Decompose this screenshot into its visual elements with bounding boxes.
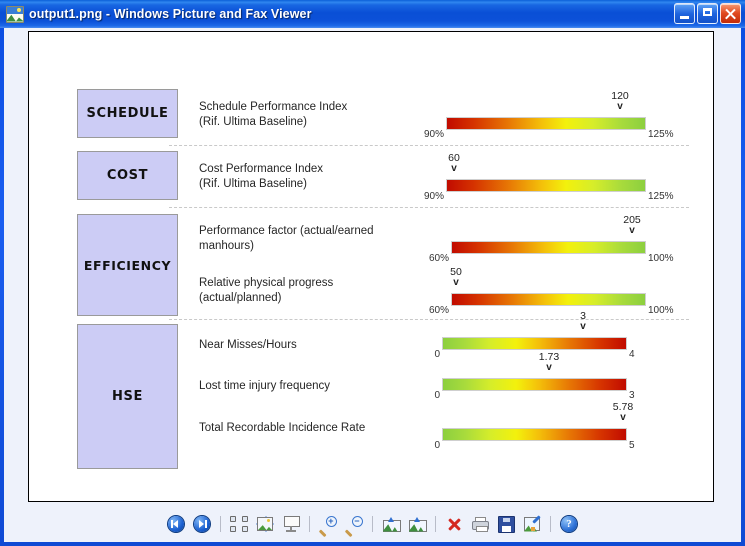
gauge-min-label: 90% (424, 129, 446, 140)
row-label-schedule-performance-index: Schedule Performance Index (Rif. Ultima … (199, 100, 414, 129)
category-box-hse: HSE (77, 324, 178, 469)
previous-icon (168, 516, 184, 532)
maximize-button[interactable] (697, 3, 718, 24)
previous-image-button[interactable] (163, 512, 189, 536)
gauge-bar (442, 428, 627, 441)
zoom-in-icon: + (320, 516, 337, 532)
viewer-toolbar: + − (4, 506, 741, 542)
gauge-marker-caret-icon: v (450, 278, 462, 288)
gauge-max-label: 3 (627, 390, 635, 401)
toolbar-separator (550, 516, 551, 532)
image-file-icon (6, 6, 24, 23)
category-label-efficiency: EFFICIENCY (84, 258, 171, 273)
gauge-marker-caret-icon: v (623, 226, 641, 236)
gauge-marker-total-recordable-incidence-rate: 5.78 v (613, 402, 633, 423)
next-icon (194, 516, 210, 532)
window-buttons (674, 3, 741, 24)
row-label-relative-physical-progress: Relative physical progress (actual/plann… (199, 276, 414, 305)
gauge-max-label: 125% (646, 129, 674, 140)
gauge-max-label: 100% (646, 253, 674, 264)
slide-show-icon (283, 516, 299, 532)
toolbar-separator (372, 516, 373, 532)
gauge-marker-cost-performance-index: 60 v (448, 153, 460, 174)
viewer-client-area: SCHEDULE COST EFFICIENCY HSE Schedule Pe… (4, 28, 741, 542)
kpi-dashboard: SCHEDULE COST EFFICIENCY HSE Schedule Pe… (29, 32, 713, 501)
best-fit-button[interactable] (226, 512, 252, 536)
title-bar[interactable]: output1.png - Windows Picture and Fax Vi… (0, 0, 745, 28)
gauge-min-label: 90% (424, 191, 446, 202)
gauge-bar (442, 337, 627, 350)
separator-3 (169, 319, 689, 320)
copy-to-button[interactable] (493, 512, 519, 536)
gauge-bar (451, 293, 646, 306)
gauge-marker-lost-time-injury-frequency: 1.73 v (539, 352, 559, 373)
row-label-total-recordable-incidence-rate: Total Recordable Incidence Rate (199, 421, 414, 436)
category-label-schedule: SCHEDULE (87, 106, 169, 121)
gauge-marker-caret-icon: v (580, 322, 586, 332)
actual-size-icon (256, 516, 274, 532)
picture-viewer-window: output1.png - Windows Picture and Fax Vi… (0, 0, 745, 546)
gauge-min-label: 60% (429, 305, 451, 316)
gauge-marker-relative-physical-progress: 50 v (450, 267, 462, 288)
save-icon (498, 516, 515, 533)
image-display-area[interactable]: SCHEDULE COST EFFICIENCY HSE Schedule Pe… (28, 31, 714, 502)
category-box-efficiency: EFFICIENCY (77, 214, 178, 316)
zoom-out-button[interactable]: − (341, 512, 367, 536)
next-image-button[interactable] (189, 512, 215, 536)
toolbar-separator (309, 516, 310, 532)
gauge-bar (446, 179, 646, 192)
delete-button[interactable] (441, 512, 467, 536)
gauge-max-label: 125% (646, 191, 674, 202)
toolbar-separator (220, 516, 221, 532)
print-button[interactable] (467, 512, 493, 536)
gauge-marker-caret-icon: v (539, 363, 559, 373)
rotate-clockwise-button[interactable] (378, 512, 404, 536)
gauge-marker-schedule-performance-index: 120 v (611, 91, 629, 112)
gauge-min-label: 0 (434, 390, 442, 401)
start-slide-show-button[interactable] (278, 512, 304, 536)
close-button[interactable] (720, 3, 741, 24)
edit-image-button[interactable] (519, 512, 545, 536)
gauge-bar (451, 241, 646, 254)
zoom-in-button[interactable]: + (315, 512, 341, 536)
gauge-marker-performance-factor: 205 v (623, 215, 641, 236)
minimize-button[interactable] (674, 3, 695, 24)
gauge-marker-caret-icon: v (613, 413, 633, 423)
rotate-clockwise-icon (383, 517, 400, 532)
category-label-cost: COST (107, 168, 148, 183)
row-label-lost-time-injury-frequency: Lost time injury frequency (199, 379, 414, 394)
best-fit-icon (230, 516, 248, 532)
help-icon: ? (561, 516, 577, 532)
print-icon (472, 517, 489, 532)
gauge-max-label: 100% (646, 305, 674, 316)
help-button[interactable]: ? (556, 512, 582, 536)
actual-size-button[interactable] (252, 512, 278, 536)
gauge-min-label: 0 (434, 440, 442, 451)
category-box-cost: COST (77, 151, 178, 200)
zoom-out-icon: − (346, 516, 363, 532)
category-box-schedule: SCHEDULE (77, 89, 178, 138)
gauge-max-label: 5 (627, 440, 635, 451)
toolbar-separator (435, 516, 436, 532)
gauge-min-label: 60% (429, 253, 451, 264)
rotate-counterclockwise-button[interactable] (404, 512, 430, 536)
gauge-marker-caret-icon: v (611, 102, 629, 112)
gauge-bar (442, 378, 627, 391)
edit-image-icon (524, 517, 540, 532)
separator-1 (169, 145, 689, 146)
gauge-bar (446, 117, 646, 130)
row-label-cost-performance-index: Cost Performance Index (Rif. Ultima Base… (199, 162, 414, 191)
row-label-performance-factor: Performance factor (actual/earned manhou… (199, 224, 414, 253)
delete-icon (447, 517, 462, 532)
row-label-near-misses-hours: Near Misses/Hours (199, 338, 414, 353)
gauge-min-label: 0 (434, 349, 442, 360)
category-label-hse: HSE (112, 389, 143, 404)
gauge-max-label: 4 (627, 349, 635, 360)
gauge-marker-near-misses-hours: 3 v (580, 311, 586, 332)
gauge-marker-caret-icon: v (448, 164, 460, 174)
rotate-counterclockwise-icon (409, 517, 426, 532)
window-title: output1.png - Windows Picture and Fax Vi… (29, 7, 312, 21)
separator-2 (169, 207, 689, 208)
